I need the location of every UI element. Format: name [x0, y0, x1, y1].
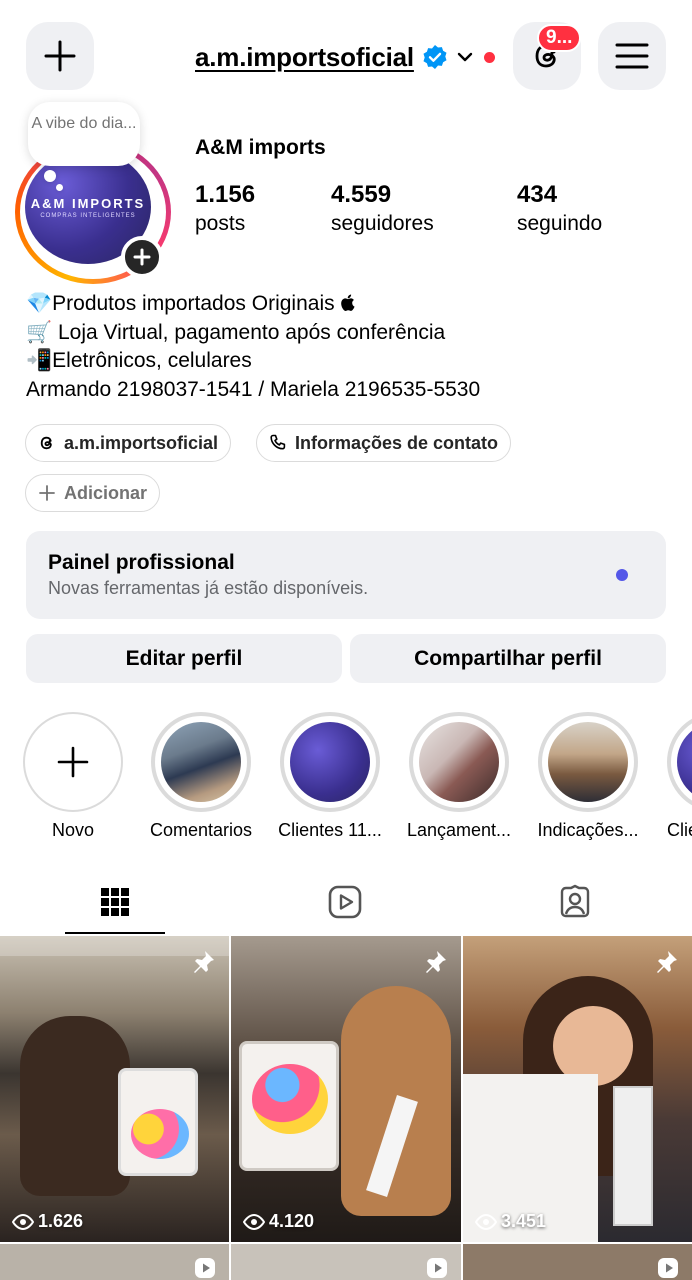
person-shape	[20, 1016, 130, 1196]
pin-icon	[426, 951, 446, 973]
contact-info-chip[interactable]: Informações de contato	[256, 424, 512, 462]
highlight-new[interactable]: Novo	[23, 712, 123, 841]
ipad-box-shape	[239, 1041, 339, 1171]
chevron-down-icon[interactable]	[456, 48, 474, 66]
bio: 💎Produtos importados Originais 🛒 Loja Vi…	[26, 290, 480, 404]
highlight-item[interactable]: Lançament...	[407, 712, 511, 841]
bio-line: 💎Produtos importados Originais	[26, 290, 480, 319]
highlight-label: Comentarios	[149, 820, 253, 840]
grid-post[interactable]	[463, 1244, 692, 1280]
reels-icon	[328, 885, 362, 919]
grid-post[interactable]	[231, 1244, 461, 1280]
pin-icon	[657, 951, 677, 973]
stat-label: posts	[195, 212, 246, 235]
grid-post[interactable]: 3.451	[463, 936, 692, 1242]
highlight-item[interactable]: Comentarios	[150, 712, 252, 841]
highlight-cover	[677, 722, 692, 802]
verified-badge-icon	[423, 45, 447, 69]
notification-badge: 9...	[537, 24, 582, 52]
eye-icon	[12, 1213, 34, 1230]
share-profile-button[interactable]: Compartilhar perfil	[350, 634, 666, 683]
threads-icon	[40, 436, 52, 450]
profile-tabs	[0, 870, 692, 934]
note-bubble[interactable]: A vibe do dia...	[28, 102, 140, 166]
active-tab-indicator	[65, 932, 165, 934]
plus-icon	[133, 248, 151, 266]
apple-icon	[341, 294, 355, 311]
professional-dashboard[interactable]: Painel profissional Novas ferramentas já…	[26, 531, 666, 619]
tab-posts-grid[interactable]	[0, 870, 230, 934]
tagged-person-icon	[560, 884, 590, 918]
plus-icon	[44, 40, 76, 72]
phone-icon	[270, 434, 286, 450]
chip-label: Adicionar	[64, 482, 148, 503]
avatar-logo-text: A&M IMPORTS	[30, 195, 146, 211]
note-bubble-tail	[56, 184, 63, 191]
tab-reels[interactable]	[230, 870, 460, 934]
chip-label: Informações de contato	[295, 432, 499, 453]
avatar-logo-subtitle: COMPRAS INTELIGENTES	[40, 212, 136, 219]
pin-icon	[194, 951, 214, 973]
note-bubble-tail	[44, 170, 56, 182]
highlight-label: Novo	[51, 820, 95, 840]
highlight-cover	[419, 722, 499, 802]
pencil-box-shape	[613, 1086, 653, 1226]
plus-icon	[39, 485, 55, 501]
threads-link-chip[interactable]: a.m.importsoficial	[25, 424, 232, 462]
stat-label: seguindo	[517, 212, 603, 235]
stat-following[interactable]: 434 seguindo	[517, 180, 602, 238]
plus-icon	[57, 746, 89, 778]
reels-icon	[658, 1258, 678, 1278]
eye-icon	[475, 1213, 497, 1230]
username[interactable]: a.m.importsoficial	[195, 42, 414, 73]
highlight-label: Lançament...	[406, 820, 512, 840]
highlight-label: Clientes 11...	[278, 820, 382, 840]
grid-post[interactable]: 4.120	[231, 936, 461, 1242]
highlight-label: Indicações...	[537, 820, 639, 840]
highlight-item[interactable]: Clie	[667, 712, 692, 841]
view-count: 4.120	[243, 1211, 314, 1232]
bio-line: Armando 2198037-1541 / Mariela 2196535-5…	[26, 377, 481, 401]
highlight-item[interactable]: Clientes 11...	[278, 712, 382, 841]
menu-button[interactable]	[598, 22, 666, 90]
bio-line: 🛒 Loja Virtual, pagamento após conferênc…	[26, 320, 446, 344]
new-indicator-dot	[616, 569, 628, 581]
unread-dot	[483, 51, 495, 63]
add-link-chip[interactable]: Adicionar	[25, 474, 161, 512]
reels-icon	[195, 1258, 215, 1278]
highlight-cover	[161, 722, 241, 802]
panel-subtitle: Novas ferramentas já estão disponíveis.	[48, 578, 369, 598]
grid-post[interactable]	[0, 1244, 229, 1280]
stat-value: 4.559	[331, 181, 392, 208]
stat-value: 1.156	[195, 181, 256, 208]
grid-post[interactable]: 1.626	[0, 936, 229, 1242]
chip-label: a.m.importsoficial	[64, 432, 219, 453]
highlight-label: Clie	[667, 820, 692, 840]
hamburger-menu-icon	[615, 43, 649, 69]
highlight-cover	[548, 722, 628, 802]
bio-line: 📲Eletrônicos, celulares	[26, 349, 252, 372]
stat-value: 434	[517, 181, 558, 208]
display-name: A&M imports	[195, 136, 326, 159]
grid-icon	[101, 888, 129, 916]
stat-posts[interactable]: 1.156 posts	[195, 180, 255, 238]
highlight-cover	[290, 722, 370, 802]
top-bar: a.m.importsoficial 9...	[0, 22, 692, 92]
panel-title: Painel profissional	[48, 551, 235, 574]
account-switcher[interactable]: a.m.importsoficial	[195, 40, 495, 74]
stat-label: seguidores	[331, 212, 434, 235]
view-count: 3.451	[475, 1211, 546, 1232]
stat-followers[interactable]: 4.559 seguidores	[331, 180, 434, 238]
highlight-item[interactable]: Indicações...	[537, 712, 639, 841]
add-story-button[interactable]	[121, 236, 163, 278]
edit-profile-button[interactable]: Editar perfil	[26, 634, 342, 683]
reels-icon	[427, 1258, 447, 1278]
eye-icon	[243, 1213, 265, 1230]
tab-tagged[interactable]	[460, 870, 690, 934]
ipad-box-shape	[118, 1068, 198, 1176]
create-button[interactable]	[26, 22, 94, 90]
view-count: 1.626	[12, 1211, 83, 1232]
